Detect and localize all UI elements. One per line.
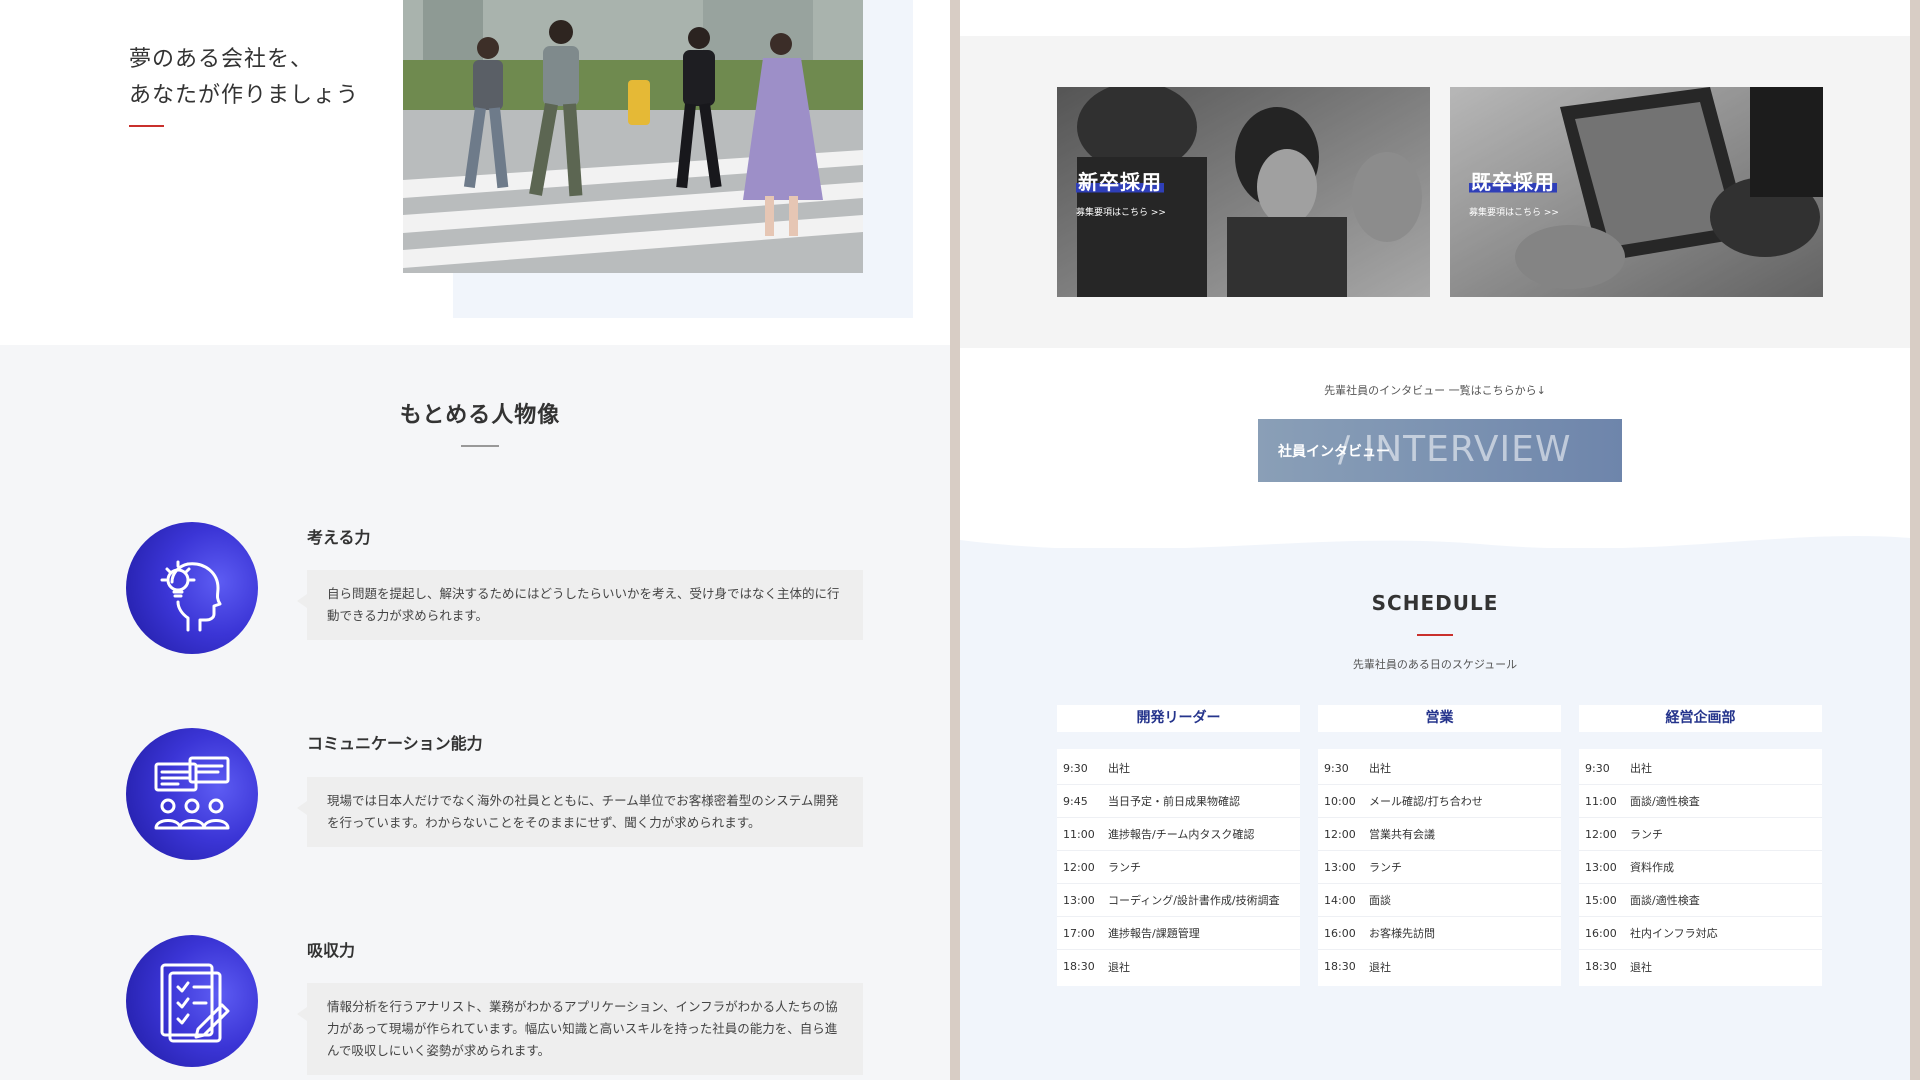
lightbulb-head-icon [126, 522, 258, 654]
left-panel: 夢のある会社を、 あなたが作りましょう もとめる人物像 考える力 自ら問題を提起… [0, 0, 950, 1080]
recruit-card-label: 新卒採用 [1076, 166, 1164, 195]
group-chat-icon [126, 728, 258, 860]
trait-description: 自ら問題を提起し、解決するためにはどうしたらいいかを考え、受け身ではなく主体的に… [297, 570, 863, 640]
trait-name: コミュニケーション能力 [307, 734, 483, 753]
hero-photo-illustration [403, 0, 863, 273]
schedule-row: 13:00 ランチ [1318, 851, 1561, 884]
schedule-column-dev-leader: 開発リーダー 9:30 出社 9:45 当日予定・前日成果物確認 11:00 進捗報告… [1057, 705, 1300, 986]
trait-description: 現場では日本人だけでなく海外の社員とともに、チーム単位でお客様密着型のシステム開… [297, 777, 863, 847]
schedule-row: 15:00 面談/適性検査 [1579, 884, 1822, 917]
schedule-column-sales: 営業 9:30 出社 10:00 メール確認/打ち合わせ 12:00 営業共有会議 1… [1318, 705, 1561, 986]
schedule-row: 9:45 当日予定・前日成果物確認 [1057, 785, 1300, 818]
schedule-row: 16:00 お客様先訪問 [1318, 917, 1561, 950]
schedule-row: 13:00 コーディング/設計書作成/技術調査 [1057, 884, 1300, 917]
trait-name: 考える力 [307, 528, 371, 547]
schedule-row: 16:00 社内インフラ対応 [1579, 917, 1822, 950]
schedule-row: 18:30 退社 [1585, 960, 1652, 974]
section-title: もとめる人物像 [399, 403, 561, 428]
schedule-column-title: 開発リーダー [1057, 705, 1300, 732]
schedule-row: 11:00 面談/適性検査 [1579, 785, 1822, 818]
trait-name: 吸収力 [307, 941, 356, 960]
section-wave-divider [960, 536, 1910, 580]
checklist-pen-icon [126, 935, 258, 1067]
schedule-column-planning: 経営企画部 9:30 出社 11:00 面談/適性検査 12:00 ランチ 13:00… [1579, 705, 1822, 986]
hero-accent-line [129, 125, 164, 127]
schedule-row: 10:00 メール確認/打ち合わせ [1318, 785, 1561, 818]
schedule-row: 18:30 退社 [1324, 960, 1391, 974]
section-title-underline [461, 445, 499, 447]
hero-section: 夢のある会社を、 あなたが作りましょう [0, 0, 950, 345]
trait-description: 情報分析を行うアナリスト、業務がわかるアプリケーション、インフラがわかる人たちの… [297, 983, 863, 1075]
schedule-row: 9:30 出社 [1057, 752, 1300, 785]
hero-photo-people-crossing [403, 0, 863, 273]
employee-interview-button[interactable]: / INTERVIEW 社員インタビュー [1258, 419, 1622, 482]
interview-button-label: 社員インタビュー [1278, 444, 1390, 460]
schedule-title: SCHEDULE [1371, 591, 1499, 615]
interview-note: 先輩社員のインタビュー 一覧はこちらから↓ [1324, 384, 1546, 397]
recruit-card-label: 既卒採用 [1469, 166, 1557, 195]
schedule-title-underline [1417, 634, 1453, 636]
schedule-row: 12:00 営業共有会議 [1318, 818, 1561, 851]
schedule-list: 9:30 出社 9:45 当日予定・前日成果物確認 11:00 進捗報告/チーム内タス… [1057, 749, 1300, 986]
schedule-row: 14:00 面談 [1318, 884, 1561, 917]
schedule-subtitle: 先輩社員のある日のスケジュール [1352, 658, 1518, 671]
schedule-row: 9:30 出社 [1318, 752, 1561, 785]
schedule-column-title: 経営企画部 [1579, 705, 1822, 732]
schedule-row: 12:00 ランチ [1057, 851, 1300, 884]
schedule-list: 9:30 出社 11:00 面談/適性検査 12:00 ランチ 13:00 資料作成 1… [1579, 749, 1822, 986]
schedule-row: 13:00 資料作成 [1579, 851, 1822, 884]
recruit-card-link[interactable]: 募集要項はこちら >> [1469, 205, 1559, 218]
right-panel: 新卒採用 募集要項はこちら >> 既卒採用 募集要項はこちら >> 先輩社員のイ… [960, 0, 1910, 1080]
top-strip [960, 0, 1910, 36]
schedule-row: 12:00 ランチ [1579, 818, 1822, 851]
schedule-row: 18:30 退社 [1063, 960, 1130, 974]
schedule-row: 11:00 進捗報告/チーム内タスク確認 [1057, 818, 1300, 851]
panel-divider [950, 0, 960, 1080]
new-graduate-recruit-card[interactable]: 新卒採用 募集要項はこちら >> [1057, 87, 1430, 297]
recruit-card-link[interactable]: 募集要項はこちら >> [1076, 205, 1166, 218]
mid-career-recruit-card[interactable]: 既卒採用 募集要項はこちら >> [1450, 87, 1823, 297]
schedule-row: 9:30 出社 [1579, 752, 1822, 785]
schedule-row: 17:00 進捗報告/課題管理 [1057, 917, 1300, 950]
schedule-column-title: 営業 [1318, 705, 1561, 732]
schedule-list: 9:30 出社 10:00 メール確認/打ち合わせ 12:00 営業共有会議 13:0… [1318, 749, 1561, 986]
hero-title: 夢のある会社を、 あなたが作りましょう [129, 47, 360, 108]
